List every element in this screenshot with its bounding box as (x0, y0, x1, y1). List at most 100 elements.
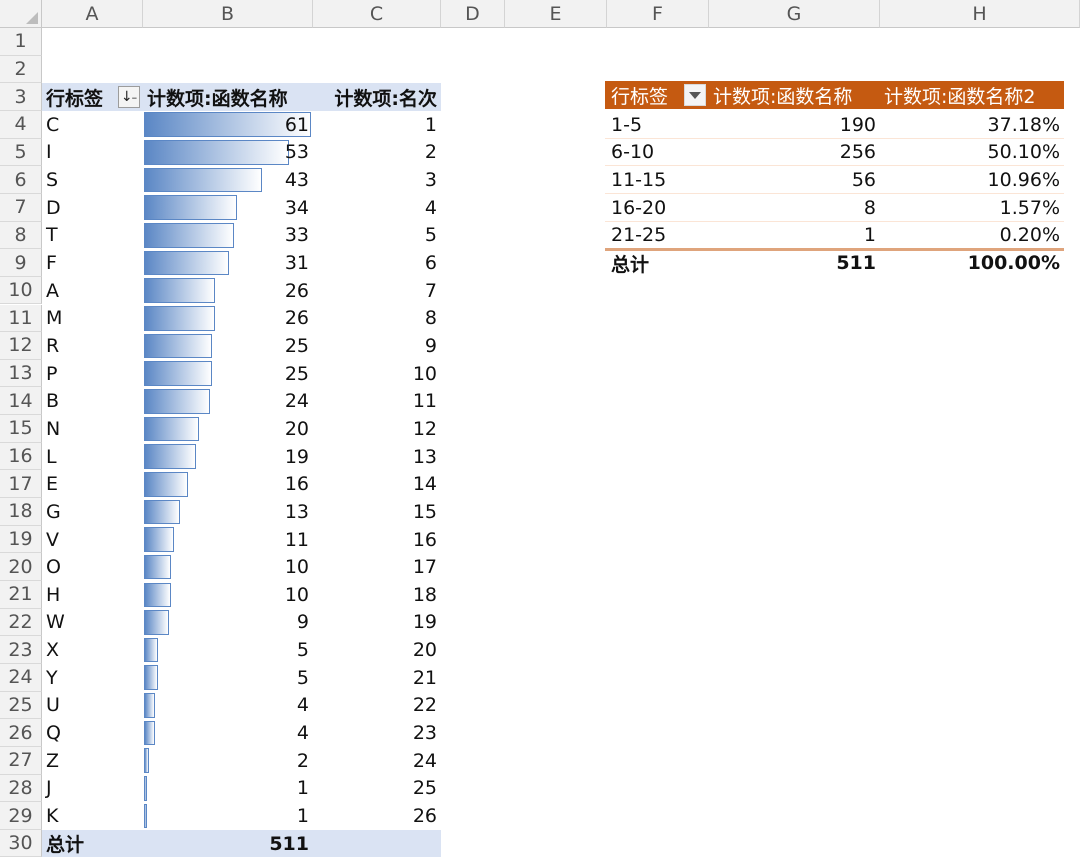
pivot1-rank-value[interactable]: 13 (313, 443, 441, 471)
pivot1-row-label[interactable]: O (42, 553, 143, 581)
pivot1-rank-value[interactable]: 12 (313, 415, 441, 443)
row-header-15[interactable]: 15 (0, 415, 42, 443)
row-header-22[interactable]: 22 (0, 608, 42, 637)
pivot1-rank-value[interactable]: 5 (313, 222, 441, 250)
column-header-d[interactable]: D (441, 0, 505, 28)
pivot1-count-value[interactable]: 5 (143, 636, 313, 664)
row-header-4[interactable]: 4 (0, 110, 42, 139)
pivot1-rank-value[interactable]: 10 (313, 360, 441, 388)
row-header-29[interactable]: 29 (0, 802, 42, 830)
pivot1-row-label[interactable]: N (42, 415, 143, 443)
pivot1-row-label[interactable]: G (42, 498, 143, 526)
pivot1-rank-value[interactable]: 23 (313, 719, 441, 747)
pivot1-row-label[interactable]: D (42, 194, 143, 222)
row-header-14[interactable]: 14 (0, 387, 42, 416)
pivot1-row-label[interactable]: K (42, 802, 143, 830)
pivot1-row-label[interactable]: S (42, 166, 143, 194)
pivot2-pct-value[interactable]: 37.18% (880, 111, 1064, 139)
row-header-24[interactable]: 24 (0, 663, 42, 692)
row-header-8[interactable]: 8 (0, 221, 42, 250)
row-header-26[interactable]: 26 (0, 719, 42, 747)
column-header-e[interactable]: E (505, 0, 607, 28)
pivot1-row-label[interactable]: W (42, 609, 143, 637)
pivot1-count-value[interactable]: 34 (143, 194, 313, 222)
pivot1-rank-value[interactable]: 8 (313, 305, 441, 333)
select-all-corner[interactable] (0, 0, 42, 28)
row-header-1[interactable]: 1 (0, 28, 42, 56)
pivot2-count-value[interactable]: 190 (709, 111, 880, 139)
row-header-30[interactable]: 30 (0, 829, 42, 858)
row-header-23[interactable]: 23 (0, 636, 42, 664)
column-header-f[interactable]: F (607, 0, 709, 28)
pivot1-count-value[interactable]: 1 (143, 802, 313, 830)
pivot1-row-label[interactable]: H (42, 581, 143, 609)
pivot1-row-label[interactable]: M (42, 305, 143, 333)
pivot1-row-label[interactable]: F (42, 249, 143, 277)
row-header-5[interactable]: 5 (0, 138, 42, 167)
pivot2-count-value[interactable]: 8 (709, 194, 880, 222)
row-header-12[interactable]: 12 (0, 332, 42, 360)
pivot1-row-label[interactable]: I (42, 139, 143, 167)
pivot1-count-value[interactable]: 4 (143, 692, 313, 720)
row-header-28[interactable]: 28 (0, 774, 42, 803)
pivot1-row-label[interactable]: C (42, 111, 143, 139)
pivot1-rank-value[interactable]: 4 (313, 194, 441, 222)
pivot1-rank-value[interactable]: 16 (313, 526, 441, 554)
row-header-10[interactable]: 10 (0, 276, 42, 305)
pivot1-rank-value[interactable]: 22 (313, 692, 441, 720)
pivot1-rank-value[interactable]: 17 (313, 553, 441, 581)
pivot1-count-value[interactable]: 10 (143, 553, 313, 581)
row-header-11[interactable]: 11 (0, 304, 42, 333)
pivot1-row-label[interactable]: A (42, 277, 143, 305)
pivot1-rank-value[interactable]: 26 (313, 802, 441, 830)
pivot2-pct-value[interactable]: 10.96% (880, 166, 1064, 194)
pivot2-count-value[interactable]: 56 (709, 166, 880, 194)
pivot1-row-label[interactable]: Y (42, 664, 143, 692)
pivot2-row-label[interactable]: 11-15 (607, 166, 709, 194)
pivot1-count-value[interactable]: 53 (143, 139, 313, 167)
pivot1-count-value[interactable]: 31 (143, 249, 313, 277)
pivot1-row-label[interactable]: U (42, 692, 143, 720)
pivot1-count-value[interactable]: 4 (143, 719, 313, 747)
pivot1-rank-value[interactable]: 18 (313, 581, 441, 609)
pivot1-row-label[interactable]: T (42, 222, 143, 250)
pivot1-count-value[interactable]: 2 (143, 747, 313, 775)
pivot1-count-value[interactable]: 1 (143, 775, 313, 803)
pivot1-count-value[interactable]: 25 (143, 360, 313, 388)
row-header-18[interactable]: 18 (0, 498, 42, 526)
row-header-19[interactable]: 19 (0, 525, 42, 554)
pivot1-rank-value[interactable]: 11 (313, 387, 441, 415)
pivot1-count-value[interactable]: 26 (143, 305, 313, 333)
column-header-h[interactable]: H (880, 0, 1080, 28)
row-header-2[interactable]: 2 (0, 55, 42, 84)
pivot1-row-label[interactable]: J (42, 775, 143, 803)
column-header-g[interactable]: G (709, 0, 880, 28)
pivot1-rank-value[interactable]: 14 (313, 470, 441, 498)
pivot2-pct-value[interactable]: 0.20% (880, 222, 1064, 250)
column-header-a[interactable]: A (42, 0, 143, 28)
pivot1-count-value[interactable]: 26 (143, 277, 313, 305)
row-label-filter-button[interactable] (684, 84, 706, 107)
row-header-25[interactable]: 25 (0, 691, 42, 720)
column-header-c[interactable]: C (313, 0, 441, 28)
pivot1-count-value[interactable]: 24 (143, 387, 313, 415)
sort-filter-button[interactable]: ↓ – (118, 86, 140, 109)
pivot1-row-label[interactable]: B (42, 387, 143, 415)
pivot1-count-value[interactable]: 16 (143, 470, 313, 498)
pivot1-row-label[interactable]: L (42, 443, 143, 471)
pivot1-rank-value[interactable]: 15 (313, 498, 441, 526)
pivot1-row-label[interactable]: Q (42, 719, 143, 747)
row-header-3[interactable]: 3 (0, 83, 42, 111)
pivot1-rank-value[interactable]: 19 (313, 609, 441, 637)
pivot1-rank-value[interactable]: 25 (313, 775, 441, 803)
pivot1-count-value[interactable]: 20 (143, 415, 313, 443)
pivot2-row-label[interactable]: 16-20 (607, 194, 709, 222)
pivot1-rank-value[interactable]: 2 (313, 139, 441, 167)
row-header-7[interactable]: 7 (0, 193, 42, 222)
pivot2-row-label[interactable]: 21-25 (607, 222, 709, 250)
pivot2-pct-value[interactable]: 1.57% (880, 194, 1064, 222)
pivot1-row-label[interactable]: V (42, 526, 143, 554)
pivot1-row-label[interactable]: Z (42, 747, 143, 775)
pivot1-count-value[interactable]: 10 (143, 581, 313, 609)
pivot1-rank-value[interactable]: 3 (313, 166, 441, 194)
